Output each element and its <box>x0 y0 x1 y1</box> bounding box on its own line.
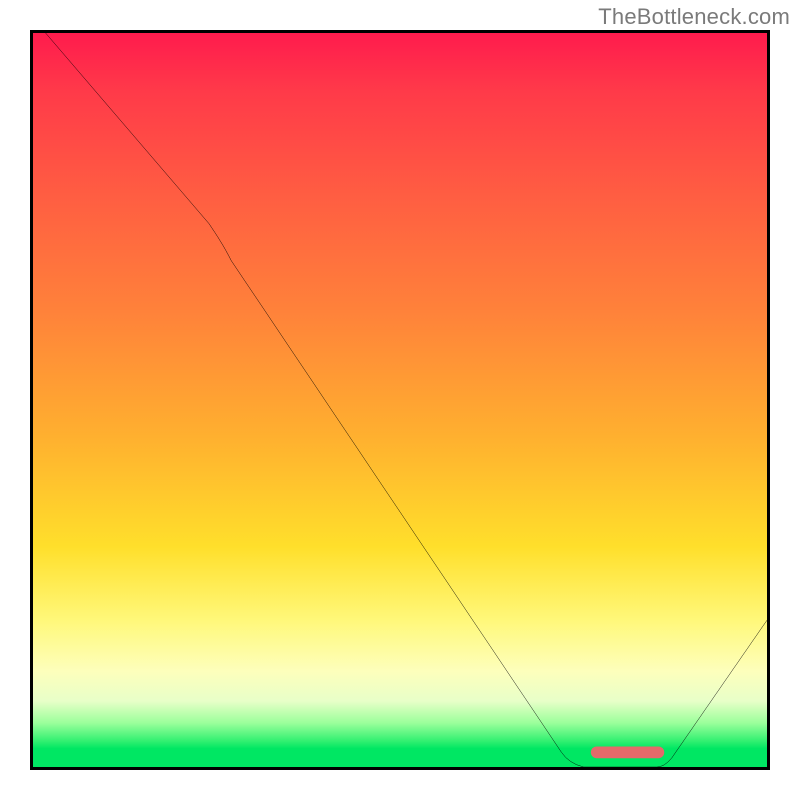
chart-container: TheBottleneck.com <box>0 0 800 800</box>
optimal-range-marker <box>591 746 664 758</box>
chart-plot-area <box>33 33 767 767</box>
bottleneck-curve <box>33 33 767 767</box>
attribution-text: TheBottleneck.com <box>598 4 790 30</box>
chart-frame <box>30 30 770 770</box>
